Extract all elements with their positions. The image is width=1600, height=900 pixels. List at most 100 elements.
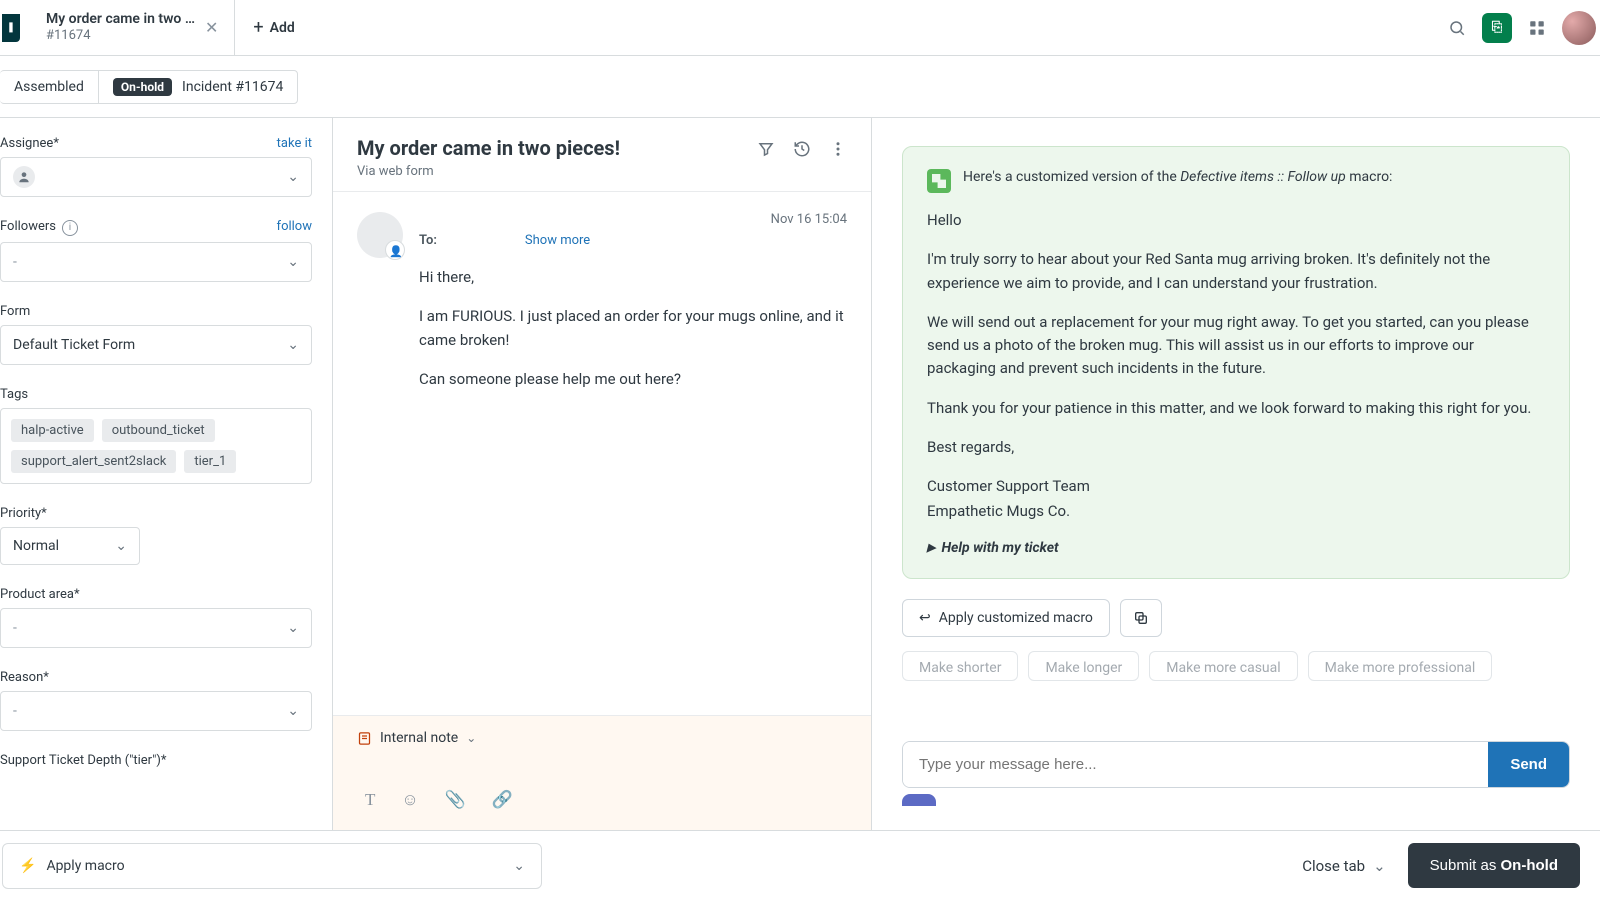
info-icon[interactable]: i (62, 220, 78, 236)
ai-line: We will send out a replacement for your … (927, 311, 1545, 381)
chevron-down-icon: ⌄ (287, 169, 299, 185)
reason-label: Reason* (0, 670, 49, 685)
chip-make-casual[interactable]: Make more casual (1149, 651, 1297, 681)
form-select[interactable]: Default Ticket Form ⌄ (0, 325, 312, 365)
ticket-tab[interactable]: My order came in two … #11674 ✕ (30, 0, 235, 55)
priority-value: Normal (13, 538, 59, 554)
chevron-down-icon: ⌄ (287, 703, 299, 719)
ticket-title: My order came in two pieces! (357, 136, 620, 160)
priority-select[interactable]: Normal ⌄ (0, 527, 140, 565)
assignee-label: Assignee* (0, 136, 59, 151)
text-format-icon[interactable]: T (365, 790, 375, 810)
ai-line: I'm truly sorry to hear about your Red S… (927, 248, 1545, 295)
to-label: To: (419, 233, 437, 248)
help-label: Help with my ticket (941, 540, 1058, 556)
brand-icon: ❚ (2, 14, 20, 42)
submit-prefix: Submit as (1430, 857, 1501, 874)
tab-title: My order came in two … (46, 11, 195, 28)
ai-logo-icon (927, 169, 951, 193)
ai-line: Thank you for your patience in this matt… (927, 397, 1545, 420)
chip-make-longer[interactable]: Make longer (1028, 651, 1139, 681)
close-tab-label: Close tab (1302, 857, 1365, 875)
ai-response-card: Here's a customized version of the Defec… (902, 146, 1570, 579)
take-it-link[interactable]: take it (277, 136, 312, 151)
note-icon (357, 731, 372, 746)
apply-macro-label: Apply customized macro (939, 610, 1093, 626)
ticket-via: Via web form (357, 164, 620, 179)
bottom-bar: ⚡ Apply macro ⌄ Close tab ⌄ Submit as On… (0, 830, 1600, 900)
person-icon (13, 166, 35, 188)
message-line: I am FURIOUS. I just placed an order for… (419, 305, 847, 352)
add-tab-button[interactable]: + Add (235, 17, 312, 38)
message-timestamp: Nov 16 15:04 (771, 212, 847, 227)
profile-avatar[interactable] (1562, 11, 1596, 45)
reply-composer[interactable]: Internal note ⌄ T ☺ 📎 🔗 (333, 715, 871, 830)
tag-chip[interactable]: support_alert_sent2slack (11, 450, 176, 473)
emoji-icon[interactable]: ☺ (401, 790, 418, 810)
apply-macro-select[interactable]: ⚡ Apply macro ⌄ (2, 843, 542, 889)
attachment-icon[interactable]: 📎 (445, 790, 466, 810)
message: 👤 Nov 16 15:04 To: Show more Hi there, I… (333, 192, 871, 427)
breadcrumb-ticket[interactable]: On-hold Incident #11674 (98, 70, 299, 104)
help-disclosure[interactable]: ▶ Help with my ticket (927, 540, 1545, 556)
ai-lead-text: Here's a customized version of the Defec… (963, 169, 1392, 185)
suggestion-chips: Make shorter Make longer Make more casua… (902, 651, 1570, 681)
ai-message-input[interactable] (903, 742, 1488, 787)
show-more-link[interactable]: Show more (525, 233, 590, 248)
ai-panel: Here's a customized version of the Defec… (872, 118, 1600, 830)
app-switcher-button[interactable]: ⎘ (1482, 13, 1512, 43)
submit-button[interactable]: Submit as On-hold (1408, 843, 1580, 888)
submit-status: On-hold (1501, 857, 1558, 874)
apply-macro-button[interactable]: ↩ Apply customized macro (902, 599, 1110, 637)
search-icon[interactable] (1440, 11, 1474, 45)
more-icon[interactable] (829, 140, 847, 158)
close-tab-button[interactable]: Close tab ⌄ (1302, 857, 1385, 875)
close-tab-icon[interactable]: ✕ (205, 18, 218, 37)
tab-subtitle: #11674 (46, 28, 195, 44)
filter-icon[interactable] (757, 140, 775, 158)
message-line: Hi there, (419, 266, 847, 289)
tags-label: Tags (0, 387, 28, 402)
assignee-select[interactable]: ⌄ (0, 157, 312, 197)
breadcrumb-workspace[interactable]: Assembled (0, 70, 98, 104)
conversation-panel: My order came in two pieces! Via web for… (332, 118, 872, 830)
ai-body: Hello I'm truly sorry to hear about your… (927, 209, 1545, 556)
chevron-down-icon: ⌄ (115, 538, 127, 554)
chevron-down-icon[interactable]: ⌄ (466, 731, 476, 745)
product-area-value: - (13, 620, 17, 636)
follow-link[interactable]: follow (277, 219, 312, 236)
chevron-down-icon: ⌄ (1373, 857, 1386, 875)
chip-make-professional[interactable]: Make more professional (1308, 651, 1493, 681)
history-icon[interactable] (793, 140, 811, 158)
followers-select[interactable]: - ⌄ (0, 242, 312, 282)
product-area-select[interactable]: - ⌄ (0, 608, 312, 648)
chevron-down-icon: ⌄ (287, 620, 299, 636)
send-button[interactable]: Send (1488, 742, 1569, 787)
apps-grid-icon[interactable] (1520, 11, 1554, 45)
requester-avatar[interactable]: 👤 (357, 212, 403, 258)
plus-icon: + (253, 17, 263, 38)
apply-macro-label: Apply macro (46, 858, 124, 874)
properties-panel: Assignee* take it ⌄ Followers i follow - … (0, 118, 332, 830)
tag-chip[interactable]: outbound_ticket (102, 419, 215, 442)
tags-input[interactable]: halp-active outbound_ticket support_aler… (0, 408, 312, 484)
ai-line: Hello (927, 209, 1545, 232)
chip-make-shorter[interactable]: Make shorter (902, 651, 1018, 681)
person-icon: 👤 (389, 244, 403, 258)
priority-label: Priority* (0, 506, 47, 521)
triangle-right-icon: ▶ (927, 541, 935, 554)
ai-line: Best regards, (927, 436, 1545, 459)
top-tab-bar: ❚ My order came in two … #11674 ✕ + Add … (0, 0, 1600, 56)
tag-chip[interactable]: tier_1 (184, 450, 236, 473)
link-icon[interactable]: 🔗 (492, 790, 513, 810)
reason-select[interactable]: - ⌄ (0, 691, 312, 731)
reason-value: - (13, 703, 17, 719)
copy-button[interactable] (1120, 599, 1162, 637)
status-badge: On-hold (113, 78, 172, 96)
lightning-icon: ⚡ (19, 858, 36, 874)
tag-chip[interactable]: halp-active (11, 419, 94, 442)
reply-mode-label[interactable]: Internal note (380, 730, 458, 746)
followers-label: Followers (0, 219, 56, 234)
ticket-id-label: Incident #11674 (182, 79, 283, 95)
ai-signature: Empathetic Mugs Co. (927, 500, 1545, 523)
